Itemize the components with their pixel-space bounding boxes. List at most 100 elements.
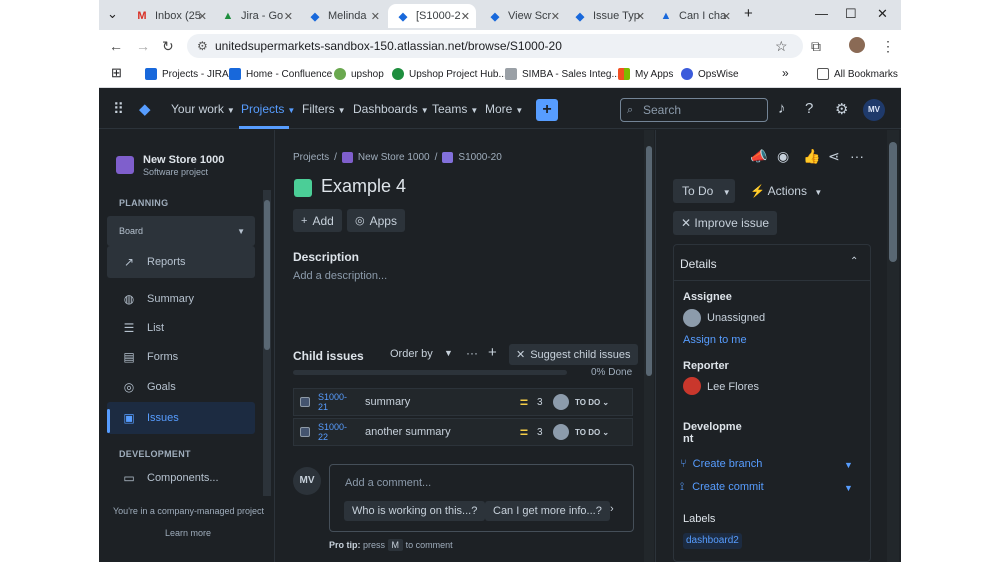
more-bookmarks[interactable]: » — [782, 66, 789, 80]
details-header[interactable]: Details ⌃ — [674, 245, 870, 281]
child-issue-summary[interactable]: summary — [365, 396, 517, 408]
profile-avatar[interactable] — [849, 37, 865, 53]
watch-eye-icon[interactable]: ◉ — [777, 148, 789, 165]
reload-icon[interactable]: ↻ — [162, 38, 174, 55]
back-icon[interactable]: ← — [109, 38, 123, 54]
child-issue-row[interactable]: S1000-22 another summary = 3 TO DO ⌄ — [293, 418, 633, 446]
close-icon[interactable]: ✕ — [198, 10, 207, 23]
create-commit-link[interactable]: ⟟ Create commit — [680, 481, 764, 494]
create-button[interactable]: + — [536, 99, 558, 121]
breadcrumb-issue[interactable]: S1000-20 — [458, 152, 501, 163]
chevron-down-icon[interactable]: ▼ — [844, 460, 853, 470]
notifications-icon[interactable]: ♪ — [778, 100, 786, 117]
chevron-right-icon[interactable]: › — [610, 503, 614, 515]
sidebar-item-list[interactable]: ☰ List — [107, 313, 255, 343]
feedback-icon[interactable]: 📣 — [750, 148, 767, 165]
sidebar-item-components[interactable]: ▭ Components... — [107, 463, 255, 493]
nav-more[interactable]: More ▼ — [485, 102, 523, 116]
bookmark-star-icon[interactable]: ☆ — [775, 38, 788, 55]
reporter-value[interactable]: Lee Flores — [707, 381, 759, 393]
nav-projects[interactable]: Projects ▼ — [241, 102, 295, 116]
all-bookmarks[interactable]: All Bookmarks — [817, 68, 898, 80]
sidebar-item-forms[interactable]: ▤ Forms — [107, 342, 255, 372]
add-child-icon[interactable]: + — [488, 344, 497, 361]
close-icon[interactable]: ✕ — [636, 10, 645, 23]
comment-suggestion-who[interactable]: Who is working on this...? — [344, 501, 486, 521]
sidebar-item-board[interactable]: Board ▼ — [107, 216, 255, 246]
comment-suggestion-info[interactable]: Can I get more info...? — [485, 501, 610, 521]
sidebar-item-summary[interactable]: ◍ Summary — [107, 284, 255, 314]
share-icon[interactable]: ⋖ — [828, 148, 840, 165]
chevron-up-icon[interactable]: ⌃ — [850, 256, 858, 267]
breadcrumb-project[interactable]: New Store 1000 — [358, 152, 430, 163]
bookmark-simba[interactable]: SIMBA - Sales Integ... — [505, 68, 620, 80]
assignee-avatar[interactable] — [553, 424, 569, 440]
child-issue-key[interactable]: S1000-22 — [318, 422, 356, 442]
browser-tab-issue-types[interactable]: ◆ Issue Typ ✕ — [567, 4, 647, 28]
status-dropdown[interactable]: TO DO ⌄ — [575, 428, 609, 437]
extensions-icon[interactable]: ⧉ — [811, 38, 821, 55]
apps-grid-icon[interactable]: ⊞ — [111, 65, 122, 81]
assignee-value[interactable]: Unassigned — [707, 312, 765, 324]
url-input[interactable]: ⚙ unitedsupermarkets-sandbox-150.atlassi… — [187, 34, 803, 58]
comment-input[interactable]: Add a comment... — [345, 477, 431, 489]
project-name[interactable]: New Store 1000 — [143, 154, 224, 166]
app-switcher-icon[interactable]: ⠿ — [113, 100, 124, 118]
bookmark-upshop-hub[interactable]: Upshop Project Hub... — [392, 68, 507, 80]
settings-icon[interactable]: ⚙ — [835, 100, 848, 118]
help-icon[interactable]: ? — [805, 100, 813, 117]
status-button[interactable]: To Do ▼ — [673, 179, 735, 203]
status-dropdown[interactable]: TO DO ⌄ — [575, 398, 609, 407]
browser-tab-view-screen[interactable]: ◆ View Scr ✕ — [482, 4, 562, 28]
user-avatar[interactable]: MV — [863, 99, 885, 121]
close-icon[interactable]: ✕ — [284, 10, 293, 23]
like-icon[interactable]: 👍 — [803, 148, 820, 165]
window-close-icon[interactable]: ✕ — [877, 6, 888, 22]
child-issue-summary[interactable]: another summary — [365, 426, 517, 438]
chevron-down-icon[interactable]: ▼ — [444, 348, 453, 358]
sidebar-item-issues[interactable]: ▣ Issues — [107, 402, 255, 434]
actions-button[interactable]: ⚡ Actions ▼ — [750, 179, 822, 203]
breadcrumb-projects[interactable]: Projects — [293, 152, 329, 163]
sidebar-scroll-thumb[interactable] — [264, 200, 270, 350]
create-branch-link[interactable]: ⑂ Create branch — [680, 458, 762, 470]
more-actions-icon[interactable]: ··· — [466, 346, 478, 360]
browser-tab-inbox[interactable]: M Inbox (25 ✕ — [129, 4, 209, 28]
label-chip[interactable]: dashboard2 — [683, 533, 742, 549]
sidebar-item-goals[interactable]: ◎ Goals — [107, 372, 255, 402]
site-info-icon[interactable]: ⚙ — [197, 39, 208, 53]
comment-box[interactable]: Add a comment... Who is working on this.… — [329, 464, 634, 532]
bookmark-confluence[interactable]: Home - Confluence — [229, 68, 332, 80]
minimize-icon[interactable]: — — [815, 6, 828, 21]
new-tab-icon[interactable]: + — [744, 5, 753, 22]
bookmark-projects-jira[interactable]: Projects - JIRA — [145, 68, 229, 80]
close-icon[interactable]: ✕ — [461, 10, 470, 23]
add-button[interactable]: + Add — [293, 209, 342, 232]
browser-tab-active[interactable]: ◆ [S1000-2 ✕ — [388, 4, 476, 28]
bookmark-opswise[interactable]: OpsWise — [681, 68, 739, 80]
nav-filters[interactable]: Filters ▼ — [302, 102, 346, 116]
nav-dashboards[interactable]: Dashboards ▼ — [353, 102, 429, 116]
nav-your-work[interactable]: Your work ▼ — [171, 102, 235, 116]
chevron-down-icon[interactable]: ▼ — [844, 483, 853, 493]
browser-tab-melinda[interactable]: ◆ Melinda ✕ — [302, 4, 382, 28]
search-input[interactable]: ⌕ Search — [620, 98, 768, 122]
assign-to-me-link[interactable]: Assign to me — [683, 334, 747, 346]
close-icon[interactable]: ✕ — [371, 10, 380, 23]
tab-search-icon[interactable]: ⌄ — [107, 6, 118, 22]
child-issue-row[interactable]: S1000-21 summary = 3 TO DO ⌄ — [293, 388, 633, 416]
jira-logo[interactable]: ◆ — [139, 100, 151, 118]
browser-menu-icon[interactable]: ⋮ — [881, 38, 895, 55]
description-field[interactable]: Add a description... — [293, 270, 387, 282]
maximize-icon[interactable]: ☐ — [845, 6, 857, 22]
nav-teams[interactable]: Teams ▼ — [432, 102, 478, 116]
child-issue-key[interactable]: S1000-21 — [318, 392, 356, 412]
bookmark-upshop[interactable]: upshop — [334, 68, 384, 80]
forward-icon[interactable]: → — [136, 38, 150, 54]
main-scroll-thumb[interactable] — [646, 146, 652, 376]
learn-more-link[interactable]: Learn more — [165, 528, 211, 538]
order-by-button[interactable]: Order by — [390, 348, 433, 360]
apps-button[interactable]: ◎ Apps — [347, 209, 405, 232]
more-icon[interactable]: ··· — [850, 148, 864, 164]
issue-title[interactable]: Example 4 — [321, 176, 406, 197]
